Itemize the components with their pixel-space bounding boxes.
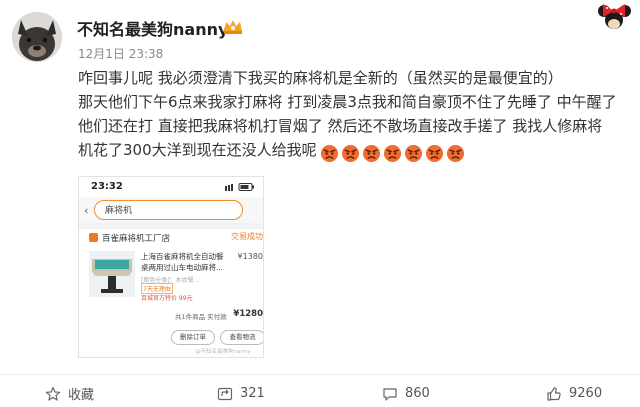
action-bar: 收藏 321 860 9260 — [0, 380, 640, 407]
avatar[interactable] — [12, 12, 62, 62]
post-line: 咋回事儿呢 我必须澄清下我买的麻将机是全新的（虽然买的是最便宜的） — [78, 69, 563, 87]
attached-screenshot[interactable]: 23:32 ‹ 麻将机 百雀麻将机工厂店 › 交易成功 上海百雀麻将机全自动餐 … — [78, 176, 264, 358]
total-label: 共1件商品 实付款 — [175, 313, 227, 321]
username[interactable]: 不知名最美狗nanny — [77, 16, 228, 40]
angry-face-emoji-icon — [362, 144, 380, 163]
shop-row[interactable]: 百雀麻将机工厂店 › 交易成功 — [79, 229, 263, 247]
angry-face-emoji-icon — [341, 144, 359, 163]
post-line-last: 机花了300大洋到现在还没人给我呢 — [78, 138, 623, 165]
repost-icon — [217, 387, 233, 400]
angry-face-emoji-icon — [383, 144, 401, 163]
vip-crown-icon[interactable] — [223, 17, 243, 35]
post-body: 咋回事儿呢 我必须澄清下我买的麻将机是全新的（虽然买的是最便宜的） 那天他们下午… — [78, 66, 623, 165]
thumbs-up-icon — [547, 386, 561, 401]
comment-button[interactable]: 860 — [382, 380, 430, 407]
search-input[interactable]: 麻将机 — [94, 200, 243, 220]
delete-order-button[interactable]: 删除订单 — [171, 330, 215, 345]
star-icon — [45, 386, 61, 401]
battery-icon — [225, 183, 254, 191]
phone-status-bar: 23:32 — [79, 177, 263, 197]
comment-count: 860 — [405, 386, 430, 401]
search-row: ‹ 麻将机 — [79, 197, 263, 223]
angry-face-emoji-icon — [446, 144, 464, 163]
post-line: 他们还在打 直接把我麻将机打冒烟了 然后还不散场直接改手搓了 我找人修麻将 — [78, 117, 603, 135]
repost-count: 321 — [240, 386, 265, 401]
post-line: 那天他们下午6点来我家打麻将 打到凌晨3点我和简自豪顶不住了先睡了 中午醒了 — [78, 93, 617, 111]
minnie-mouse-decoration-icon — [598, 4, 631, 29]
chevron-right-icon: › — [167, 231, 171, 241]
order-status: 交易成功 — [231, 232, 263, 241]
search-text: 麻将机 — [105, 206, 133, 216]
angry-emoji-group — [320, 141, 467, 165]
comment-icon — [383, 387, 397, 401]
view-logistics-button[interactable]: 查看物流 — [220, 330, 263, 345]
favorite-label: 收藏 — [68, 388, 95, 403]
repost-button[interactable]: 321 — [217, 380, 265, 407]
post-line-text: 机花了300大洋到现在还没人给我呢 — [78, 141, 317, 159]
post-timestamp[interactable]: 12月1日 23:38 — [78, 45, 163, 62]
product-title-line: 桌两用过山车电动麻将... — [141, 263, 224, 272]
angry-face-emoji-icon — [425, 144, 443, 163]
sale-note: 百城官方特价 99元 — [141, 295, 193, 302]
shop-name: 百雀麻将机工厂店 — [102, 234, 171, 244]
action-divider — [0, 374, 640, 375]
back-chevron-icon[interactable]: ‹ — [84, 204, 88, 217]
angry-face-emoji-icon — [320, 144, 338, 163]
store-icon — [89, 233, 98, 242]
phone-time: 23:32 — [91, 181, 123, 192]
weibo-post: 不知名最美狗nanny 12月1日 23:38 咋回事儿呢 我必须澄清下我买的麻… — [0, 0, 640, 407]
angry-face-emoji-icon — [404, 144, 422, 163]
like-count: 9260 — [569, 386, 603, 401]
total-paid: ¥1280 — [233, 309, 263, 319]
like-button[interactable]: 9260 — [546, 380, 602, 407]
favorite-button[interactable]: 收藏 — [45, 380, 94, 407]
product-price: ¥1380 — [237, 252, 263, 261]
watermark: @不知名最美狗nanny — [195, 349, 251, 355]
mahjong-table-thumbnail[interactable] — [89, 251, 135, 297]
